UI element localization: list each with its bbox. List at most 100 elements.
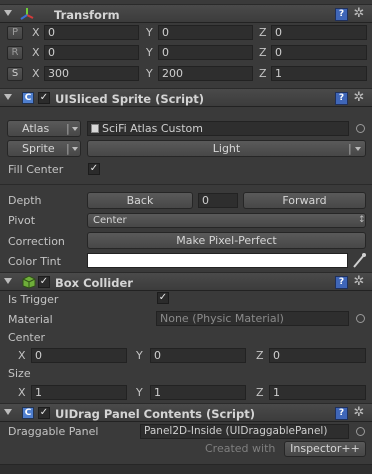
size-x-label: X — [18, 386, 26, 399]
scale-z-field[interactable]: 1 — [271, 66, 367, 81]
scale-x-field[interactable]: 300 — [44, 66, 139, 81]
sprite-value: Light — [212, 142, 241, 155]
center-x-label: X — [18, 349, 26, 362]
position-z-field[interactable]: 0 — [271, 25, 367, 40]
rotation-y-field[interactable]: 0 — [158, 45, 253, 60]
atlas-dropdown-icon — [72, 127, 78, 131]
eyedropper-icon[interactable] — [351, 252, 367, 269]
gear-icon[interactable]: ✲ — [352, 275, 366, 289]
transform-title: Transform — [54, 8, 120, 22]
script-icon: C — [22, 92, 34, 104]
scale-z-label: Z — [259, 67, 267, 80]
material-field[interactable]: None (Physic Material) — [156, 311, 349, 326]
rotation-z-field[interactable]: 0 — [271, 45, 367, 60]
center-z-field[interactable]: 0 — [269, 348, 366, 363]
atlas-value: SciFi Atlas Custom — [102, 122, 203, 135]
box-collider-header[interactable]: ✓ Box Collider ? ✲ — [0, 272, 372, 291]
size-y-field[interactable]: 1 — [150, 385, 246, 400]
object-picker-icon[interactable] — [356, 124, 365, 133]
position-y-label: Y — [146, 26, 153, 39]
center-x-field[interactable]: 0 — [31, 348, 127, 363]
size-y-label: Y — [136, 386, 143, 399]
gear-icon[interactable]: ✲ — [352, 7, 366, 21]
correction-label: Correction — [8, 235, 65, 248]
depth-back-button[interactable]: Back — [87, 192, 193, 209]
atlas-asset-icon — [91, 124, 99, 133]
fill-center-label: Fill Center — [8, 163, 64, 176]
foldout-arrow-icon[interactable] — [4, 409, 12, 415]
depth-forward-button[interactable]: Forward — [243, 192, 366, 209]
atlas-label: Atlas — [22, 122, 50, 135]
atlas-button[interactable]: Atlas | — [7, 120, 81, 137]
help-icon[interactable]: ? — [335, 92, 348, 105]
position-y-field[interactable]: 0 — [158, 25, 253, 40]
position-z-label: Z — [259, 26, 267, 39]
object-picker-icon[interactable] — [356, 427, 365, 436]
divider — [0, 184, 372, 185]
foldout-arrow-icon[interactable] — [4, 94, 12, 100]
help-icon[interactable]: ? — [335, 407, 348, 420]
inspector-plus-button[interactable]: Inspector++ — [284, 441, 366, 457]
sprite-dropdown-icon — [72, 147, 78, 151]
drag-panel-title: UIDrag Panel Contents (Script) — [55, 407, 255, 421]
center-y-label: Y — [136, 349, 143, 362]
draggable-panel-field[interactable]: Panel2D-Inside (UIDraggablePanel) — [140, 424, 349, 439]
is-trigger-label: Is Trigger — [8, 293, 59, 306]
position-x-label: X — [32, 26, 40, 39]
sprite-separator: | — [66, 142, 70, 155]
depth-field[interactable]: 0 — [198, 193, 238, 208]
transform-icon — [20, 7, 34, 21]
draggable-panel-label: Draggable Panel — [8, 425, 99, 438]
make-pixel-perfect-button[interactable]: Make Pixel-Perfect — [87, 232, 366, 249]
rotation-x-label: X — [32, 46, 40, 59]
is-trigger-checkbox[interactable]: ✓ — [157, 292, 169, 304]
reset-scale-button[interactable]: S — [7, 67, 23, 81]
center-y-field[interactable]: 0 — [150, 348, 246, 363]
size-label: Size — [8, 367, 31, 380]
atlas-separator: | — [66, 122, 70, 135]
sliced-sprite-header[interactable]: C ✓ UISliced Sprite (Script) ? ✲ — [0, 88, 372, 107]
pivot-label: Pivot — [8, 214, 36, 227]
transform-header[interactable]: Transform ? ✲ — [0, 4, 372, 23]
box-collider-icon — [22, 275, 36, 289]
sprite-button[interactable]: Sprite | — [7, 140, 81, 157]
foldout-arrow-icon[interactable] — [4, 10, 12, 16]
gear-icon[interactable]: ✲ — [352, 406, 366, 420]
box-collider-title: Box Collider — [55, 276, 133, 290]
color-tint-label: Color Tint — [8, 255, 61, 268]
size-z-label: Z — [256, 386, 264, 399]
bottom-bar — [0, 464, 372, 474]
created-with-label: Created with — [205, 442, 276, 455]
material-label: Material — [8, 313, 53, 326]
scale-y-field[interactable]: 200 — [158, 66, 253, 81]
gear-icon[interactable]: ✲ — [352, 91, 366, 105]
box-collider-enabled-checkbox[interactable]: ✓ — [38, 276, 50, 288]
pivot-select[interactable]: Center ↕ — [87, 213, 366, 228]
object-picker-icon[interactable] — [356, 314, 365, 323]
pivot-value: Center — [93, 215, 127, 226]
drag-panel-enabled-checkbox[interactable]: ✓ — [38, 407, 50, 419]
center-label: Center — [8, 331, 46, 344]
reset-rotation-button[interactable]: R — [7, 46, 23, 60]
help-icon[interactable]: ? — [335, 8, 348, 21]
depth-label: Depth — [8, 194, 42, 207]
drag-panel-header[interactable]: C ✓ UIDrag Panel Contents (Script) ? ✲ — [0, 403, 372, 422]
rotation-y-label: Y — [146, 46, 153, 59]
sprite-select[interactable]: Light | — [87, 140, 366, 157]
center-z-label: Z — [256, 349, 264, 362]
scale-y-label: Y — [146, 67, 153, 80]
position-x-field[interactable]: 0 — [44, 25, 139, 40]
help-icon[interactable]: ? — [335, 276, 348, 289]
fill-center-checkbox[interactable]: ✓ — [88, 163, 100, 175]
foldout-arrow-icon[interactable] — [4, 278, 12, 284]
size-x-field[interactable]: 1 — [31, 385, 127, 400]
rotation-x-field[interactable]: 0 — [44, 45, 139, 60]
atlas-field[interactable]: SciFi Atlas Custom — [87, 121, 349, 136]
script-icon: C — [22, 407, 34, 419]
scale-x-label: X — [32, 67, 40, 80]
sliced-sprite-enabled-checkbox[interactable]: ✓ — [38, 92, 50, 104]
color-tint-swatch[interactable] — [87, 253, 348, 268]
rotation-z-label: Z — [259, 46, 267, 59]
size-z-field[interactable]: 1 — [269, 385, 366, 400]
reset-position-button[interactable]: P — [7, 26, 23, 40]
